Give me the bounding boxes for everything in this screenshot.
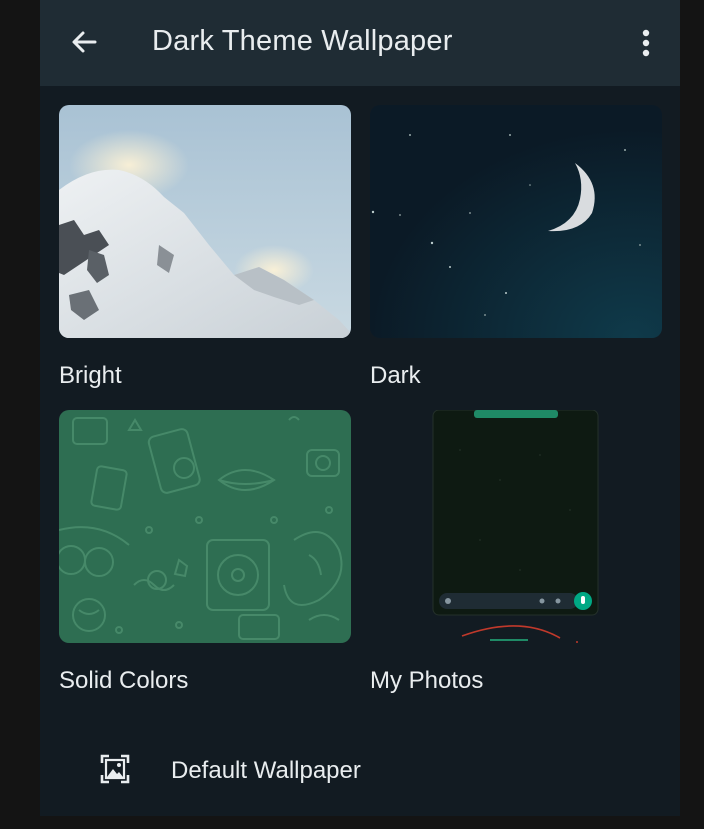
solid-colors-label: Solid Colors bbox=[59, 667, 189, 694]
my-photos-tile[interactable] bbox=[370, 410, 662, 643]
page-title: Dark Theme Wallpaper bbox=[152, 25, 453, 57]
bright-wallpaper-tile[interactable] bbox=[59, 105, 351, 338]
doodle-pattern-thumbnail bbox=[59, 410, 351, 643]
bright-label: Bright bbox=[59, 362, 122, 389]
mountain-thumbnail bbox=[59, 105, 351, 338]
chat-preview-thumbnail bbox=[370, 410, 662, 643]
back-arrow-icon[interactable] bbox=[68, 26, 100, 58]
dark-wallpaper-tile[interactable] bbox=[370, 105, 662, 338]
solid-colors-tile[interactable] bbox=[59, 410, 351, 643]
my-photos-label: My Photos bbox=[370, 667, 484, 694]
default-wallpaper-label: Default Wallpaper bbox=[171, 757, 361, 784]
app-bar: Dark Theme Wallpaper bbox=[40, 0, 680, 86]
default-wallpaper-option[interactable]: Default Wallpaper bbox=[40, 730, 680, 810]
dark-label: Dark bbox=[370, 362, 421, 389]
wallpaper-icon bbox=[98, 752, 132, 786]
more-options-icon[interactable] bbox=[634, 26, 658, 60]
moon-thumbnail bbox=[370, 105, 662, 338]
wallpaper-screen: Dark Theme Wallpaper Bright Dark Solid C… bbox=[40, 0, 680, 816]
